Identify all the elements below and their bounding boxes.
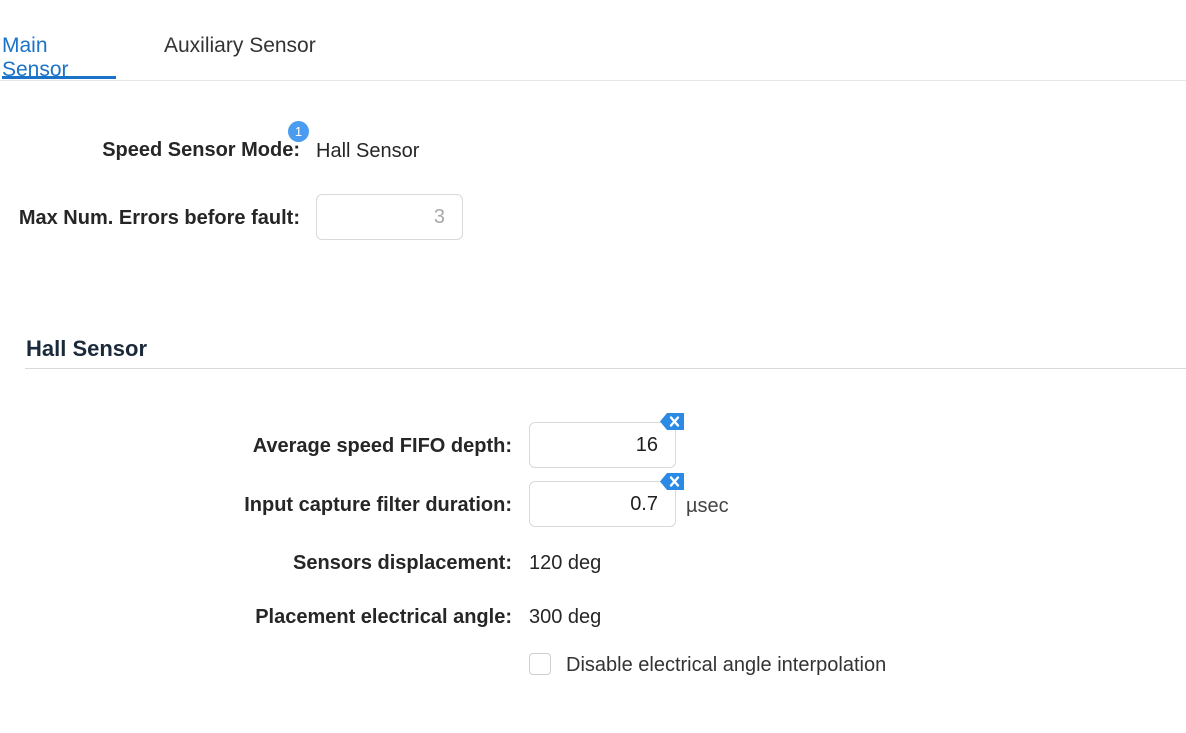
filter-duration-unit: µsec	[686, 495, 729, 517]
sensors-displacement-value: 120 deg	[529, 552, 602, 574]
backspace-clear-icon[interactable]	[660, 413, 684, 430]
hall-sensor-section-title: Hall Sensor	[26, 336, 148, 361]
disable-interpolation-label[interactable]: Disable electrical angle interpolation	[566, 654, 886, 677]
fifo-depth-input[interactable]: 16	[529, 422, 676, 468]
backspace-clear-icon[interactable]	[660, 473, 684, 490]
speed-sensor-mode-label: Speed Sensor Mode:	[102, 139, 300, 161]
placement-angle-value: 300 deg	[529, 606, 602, 628]
tab-auxiliary-sensor[interactable]: Auxiliary Sensor	[164, 34, 316, 79]
motor-sensor-config-page: Main Sensor Auxiliary Sensor Speed Senso…	[0, 0, 1186, 733]
info-badge[interactable]: 1	[288, 121, 309, 142]
sensors-displacement-label: Sensors displacement:	[293, 552, 512, 574]
placement-angle-label: Placement electrical angle:	[255, 606, 512, 628]
max-errors-input: 3	[316, 194, 463, 240]
tab-main-sensor[interactable]: Main Sensor	[2, 34, 116, 81]
disable-interpolation-checkbox[interactable]	[529, 653, 551, 675]
fifo-depth-label: Average speed FIFO depth:	[252, 435, 512, 457]
sensor-tabs: Main Sensor Auxiliary Sensor	[0, 0, 1186, 81]
max-errors-label: Max Num. Errors before fault:	[18, 207, 300, 229]
filter-duration-label: Input capture filter duration:	[244, 494, 512, 516]
filter-duration-input[interactable]: 0.7	[529, 481, 676, 527]
speed-sensor-mode-value: Hall Sensor	[316, 140, 420, 162]
section-divider	[25, 368, 1186, 369]
